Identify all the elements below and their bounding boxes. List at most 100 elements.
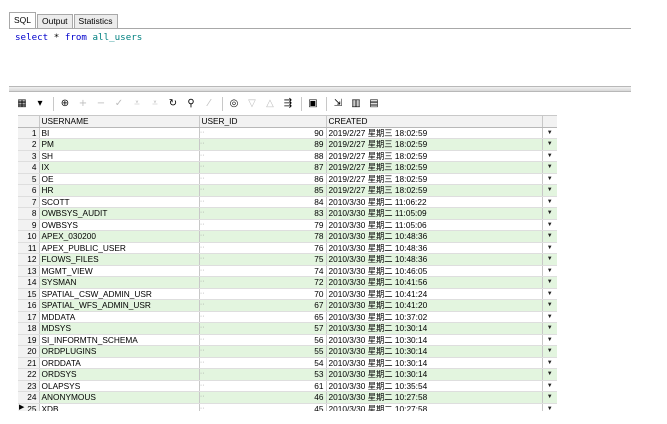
lookup-icon[interactable]: ··· (199, 231, 205, 241)
cell-username[interactable]: OLAPSYS (39, 380, 200, 393)
cell-user-id[interactable]: 67 (314, 300, 323, 310)
clear-icon[interactable]: ⁄ (201, 96, 217, 112)
result-grid[interactable]: USERNAME USER_ID CREATED 1BI···902019/2/… (18, 115, 557, 411)
cell-user-id-lookup[interactable]: ··· 67 (199, 299, 327, 312)
add-icon[interactable]: + (75, 96, 91, 112)
lookup-icon[interactable]: ··· (199, 277, 205, 287)
cell-created[interactable]: 2010/3/30 星期二 10:41:20 (326, 299, 543, 312)
cell-username[interactable]: APEX_PUBLIC_USER (39, 242, 200, 255)
cell-created[interactable]: 2010/3/30 星期二 10:46:05 (326, 265, 543, 278)
cell-username[interactable]: ORDSYS (39, 368, 200, 381)
cell-created[interactable]: 2010/3/30 星期二 10:35:54 (326, 380, 543, 393)
cell-username[interactable]: HR (39, 184, 200, 197)
dropdown-icon[interactable]: ▾ (32, 96, 48, 112)
tab-output[interactable]: Output (37, 14, 73, 28)
cell-user-id-lookup[interactable]: ··· 76 (199, 242, 327, 255)
cell-user-id[interactable]: 88 (314, 151, 323, 161)
cell-user-id[interactable]: 53 (314, 369, 323, 379)
cell-created[interactable]: 2019/2/27 星期三 18:02:59 (326, 127, 543, 140)
cell-user-id-lookup[interactable]: ··· 86 (199, 173, 327, 186)
cell-username[interactable]: ORDPLUGINS (39, 345, 200, 358)
cell-username[interactable]: ORDDATA (39, 357, 200, 370)
cell-user-id[interactable]: 83 (314, 208, 323, 218)
cell-created[interactable]: 2010/3/30 星期二 10:48:36 (326, 242, 543, 255)
next-icon[interactable]: ▽ (244, 96, 260, 112)
lookup-icon[interactable]: ··· (199, 162, 205, 172)
remove-icon[interactable]: − (93, 96, 109, 112)
cell-created[interactable]: 2019/2/27 星期三 18:02:59 (326, 150, 543, 163)
lookup-icon[interactable]: ··· (199, 174, 205, 184)
cell-username[interactable]: MGMT_VIEW (39, 265, 200, 278)
cell-created[interactable]: 2010/3/30 星期二 10:48:36 (326, 253, 543, 266)
chevron-down-icon[interactable]: ▼ (542, 230, 557, 243)
chevron-down-icon[interactable]: ▼ (542, 403, 557, 411)
lookup-icon[interactable]: ··· (199, 381, 205, 391)
table-row[interactable]: 8OWBSYS_AUDIT··· 832010/3/30 星期二 11:05:09… (18, 207, 557, 220)
chevron-down-icon[interactable]: ▼ (542, 265, 557, 278)
cell-username[interactable]: SPATIAL_WFS_ADMIN_USR (39, 299, 200, 312)
cell-username[interactable]: OE (39, 173, 200, 186)
chevron-down-icon[interactable]: ▼ (542, 345, 557, 358)
chevron-down-icon[interactable]: ▼ (542, 138, 557, 151)
export-icon[interactable]: ⇲ (330, 96, 346, 112)
lookup-icon[interactable]: ··· (199, 392, 205, 402)
cell-username[interactable]: OWBSYS_AUDIT (39, 207, 200, 220)
table-row[interactable]: 25XDB···452010/3/30 星期二 10:27:58▼ (18, 403, 557, 411)
cell-username[interactable]: BI (39, 127, 200, 140)
chevron-down-icon[interactable]: ▼ (542, 391, 557, 404)
lookup-icon[interactable]: ··· (199, 369, 205, 379)
cell-created[interactable]: 2010/3/30 星期二 10:30:14 (326, 322, 543, 335)
column-header-user-id[interactable]: USER_ID (199, 116, 327, 128)
lookup-icon[interactable]: ··· (199, 254, 205, 264)
cell-user-id-lookup[interactable]: ··· 72 (199, 276, 327, 289)
table-row[interactable]: 19SI_INFORMTN_SCHEMA··· 562010/3/30 星期二 1… (18, 334, 557, 347)
table-row[interactable]: 6HR··· 852019/2/27 星期三 18:02:59▼ (18, 184, 557, 197)
cell-user-id[interactable]: 85 (314, 185, 323, 195)
cell-user-id-lookup[interactable]: ··· 56 (199, 334, 327, 347)
post-icon[interactable]: ✓ (111, 96, 127, 112)
cell-username[interactable]: SPATIAL_CSW_ADMIN_USR (39, 288, 200, 301)
table-row[interactable]: 13MGMT_VIEW··· 742010/3/30 星期二 10:46:05▼ (18, 265, 557, 278)
cell-username[interactable]: XDB (39, 403, 200, 411)
prev-icon[interactable]: △ (262, 96, 278, 112)
cell-user-id[interactable]: 55 (314, 346, 323, 356)
cell-user-id-lookup[interactable]: ··· 85 (199, 184, 327, 197)
cell-user-id-lookup[interactable]: ··· 53 (199, 368, 327, 381)
cell-created[interactable]: 2019/2/27 星期三 18:02:59 (326, 138, 543, 151)
cell-username[interactable]: IX (39, 161, 200, 174)
lookup-icon[interactable]: ··· (199, 266, 205, 276)
cell-user-id-lookup[interactable]: ··· 75 (199, 253, 327, 266)
cell-user-id[interactable]: 86 (314, 174, 323, 184)
cell-username[interactable]: ANONYMOUS (39, 391, 200, 404)
cell-user-id-lookup[interactable]: ··· 90 (199, 127, 327, 140)
cell-user-id[interactable]: 74 (314, 266, 323, 276)
table-row[interactable]: 16SPATIAL_WFS_ADMIN_USR··· 672010/3/30 星期… (18, 299, 557, 312)
lock-icon[interactable]: ⊕ (57, 96, 73, 112)
cell-user-id[interactable]: 78 (314, 231, 323, 241)
lookup-icon[interactable]: ··· (199, 300, 205, 310)
cell-created[interactable]: 2019/2/27 星期三 18:02:59 (326, 173, 543, 186)
cell-user-id-lookup[interactable]: ··· 89 (199, 138, 327, 151)
table-row[interactable]: 10APEX_030200··· 782010/3/30 星期二 10:48:36… (18, 230, 557, 243)
cell-created[interactable]: 2010/3/30 星期二 11:05:06 (326, 219, 543, 232)
sql-editor[interactable]: select * from all_users (9, 28, 631, 86)
table-row[interactable]: 15SPATIAL_CSW_ADMIN_USR··· 702010/3/30 星期… (18, 288, 557, 301)
import-icon[interactable]: ⇶ (280, 96, 296, 112)
lookup-icon[interactable]: ··· (199, 197, 205, 207)
table-row[interactable]: 5OE··· 862019/2/27 星期三 18:02:59▼ (18, 173, 557, 186)
chevron-down-icon[interactable]: ▼ (542, 173, 557, 186)
chevron-down-icon[interactable]: ▼ (542, 357, 557, 370)
cell-user-id[interactable]: 90 (314, 128, 323, 138)
cell-user-id-lookup[interactable]: ··· 74 (199, 265, 327, 278)
chevron-down-icon[interactable]: ▼ (542, 161, 557, 174)
table-row[interactable]: 2PM··· 892019/2/27 星期三 18:02:59▼ (18, 138, 557, 151)
cell-user-id[interactable]: 56 (314, 335, 323, 345)
table-row[interactable]: 14SYSMAN··· 722010/3/30 星期二 10:41:56▼ (18, 276, 557, 289)
chevron-down-icon[interactable]: ▼ (542, 322, 557, 335)
lookup-icon[interactable]: ··· (199, 208, 205, 218)
chevron-down-icon[interactable]: ▼ (542, 299, 557, 312)
splitter[interactable] (9, 86, 631, 92)
save-icon[interactable]: ▣ (305, 96, 321, 112)
cell-username[interactable]: MDSYS (39, 322, 200, 335)
table-row[interactable]: 17MDDATA··· 652010/3/30 星期二 10:37:02▼ (18, 311, 557, 324)
